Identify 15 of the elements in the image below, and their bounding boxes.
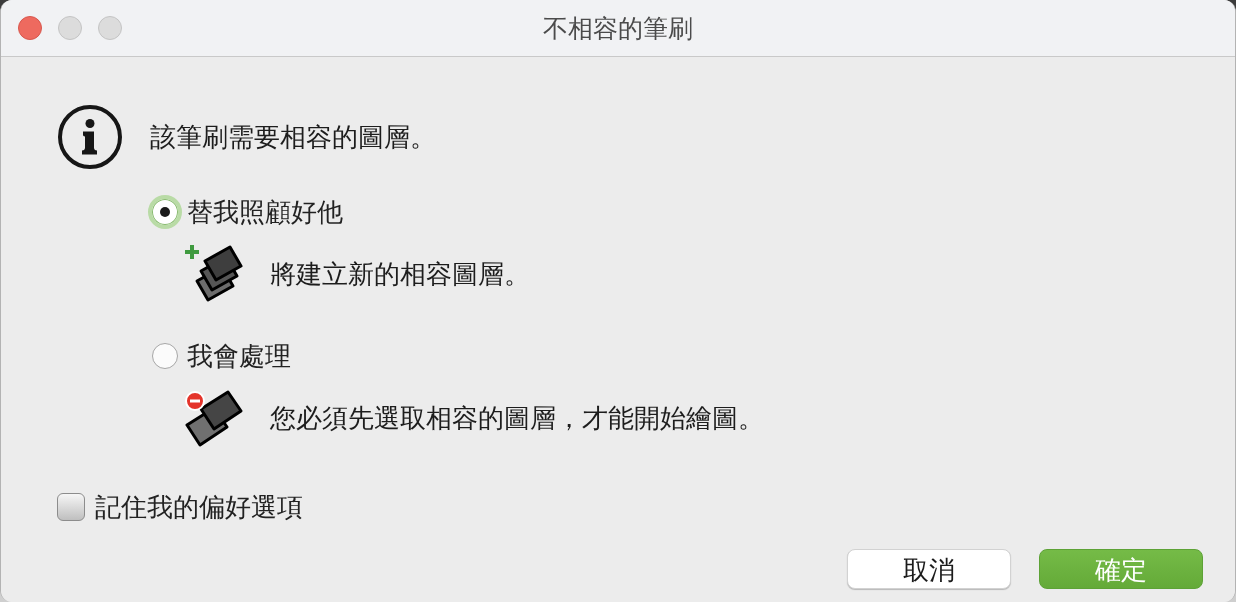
cancel-button[interactable]: 取消 (847, 549, 1011, 589)
info-icon (58, 105, 122, 169)
close-button[interactable] (18, 16, 42, 40)
option-description: 您必須先選取相容的圖層，才能開始繪圖。 (270, 401, 764, 435)
checkbox[interactable] (57, 493, 85, 521)
layers-minus-icon (185, 389, 243, 447)
option-label[interactable]: 替我照顧好他 (187, 194, 343, 230)
radio-button[interactable] (152, 343, 178, 369)
window-title: 不相容的筆刷 (543, 12, 693, 45)
message-text: 該筆刷需要相容的圖層。 (150, 120, 436, 154)
radio-button[interactable] (148, 195, 182, 229)
option-description: 將建立新的相容圖層。 (270, 257, 530, 291)
layers-plus-icon (185, 245, 243, 303)
checkbox-label[interactable]: 記住我的偏好選項 (95, 489, 303, 525)
option-label[interactable]: 我會處理 (187, 338, 291, 374)
